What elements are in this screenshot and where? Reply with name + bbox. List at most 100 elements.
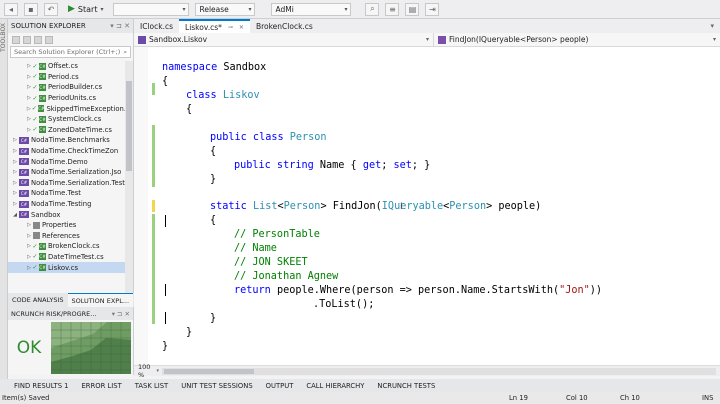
code-line: } [210, 313, 217, 324]
csharp-file-icon: C# [39, 126, 46, 134]
status-column: Col 10 [566, 394, 588, 402]
tree-item[interactable]: ▷ ✓ C# PeriodBuilder.cs [8, 82, 126, 93]
indicator-margin[interactable] [134, 47, 148, 365]
chevron-down-icon: ▾ [425, 36, 429, 43]
tree-item-label: DateTimeTest.cs [48, 252, 104, 261]
expand-icon[interactable]: ▷ [12, 169, 18, 175]
tree-item[interactable]: ▷ C# NodaTime.Benchmarks [8, 135, 126, 146]
expand-icon[interactable]: ▷ [12, 180, 18, 186]
checked-in-icon: ✓ [32, 83, 38, 91]
code-line: namespace Sandbox [162, 62, 267, 73]
bookmark-icon[interactable]: ▤ [405, 2, 420, 16]
scrollbar-thumb[interactable] [164, 368, 254, 374]
tab-code-analysis[interactable]: CODE ANALYSIS [8, 293, 68, 307]
navigation-bar: Sandbox.Liskov ▾ FindJon(IQueryable<Pers… [134, 33, 720, 47]
tab-liskov[interactable]: Liskov.cs* ⊸ ✕ [179, 19, 250, 33]
indent-icon[interactable]: ⇥ [425, 2, 440, 16]
member-dropdown[interactable]: FindJon(IQueryable<Person> people) ▾ [434, 33, 720, 46]
tab-call-hierarchy[interactable]: CALL HIERARCHY [306, 382, 364, 390]
tree-item[interactable]: ▷ ✓ C# BrokenClock.cs [8, 241, 126, 252]
find-icon[interactable]: ⌕ [365, 2, 380, 16]
tab-ncrunch-tests[interactable]: NCRUNCH TESTS [377, 382, 435, 390]
checked-in-icon: ✓ [32, 73, 38, 81]
zoom-dropdown[interactable]: 100 % ▾ [134, 363, 162, 379]
scrollbar-thumb[interactable] [126, 81, 132, 171]
tree-item[interactable]: ▷ C# NodaTime.Testing [8, 199, 126, 210]
expand-icon[interactable]: ▷ [12, 190, 18, 196]
tree-item-label: NodaTime.Serialization.Jso [31, 168, 122, 177]
tab-output[interactable]: OUTPUT [266, 382, 294, 390]
tab-unit-test-sessions[interactable]: UNIT TEST SESSIONS [181, 382, 252, 390]
panel-controls[interactable]: ▾ ⊐ ✕ [110, 22, 130, 30]
tab-find-results[interactable]: FIND RESULTS 1 [14, 382, 69, 390]
panel-controls[interactable]: ▾ ⊐ ✕ [112, 310, 130, 318]
tree-item-label: NodaTime.Test [31, 189, 81, 198]
debug-target-dropdown[interactable]: ▾ [113, 2, 190, 16]
tree-item[interactable]: ▷ ✓ C# ZonedDateTime.cs [8, 125, 126, 136]
configuration-value: Release [199, 4, 229, 14]
tab-error-list[interactable]: ERROR LIST [82, 382, 122, 390]
toolbox-rail[interactable]: TOOLBOX [0, 19, 8, 386]
tree-item[interactable]: ▷ ✓ C# Period.cs [8, 72, 126, 83]
expand-icon[interactable]: ▷ [12, 137, 18, 143]
properties-icon[interactable] [45, 35, 53, 44]
tree-item[interactable]: ▷ C# NodaTime.Serialization.Jso [8, 167, 126, 178]
tree-item-label: Period.cs [48, 72, 79, 81]
code-line: return people.Where(person => person.Nam… [234, 285, 603, 296]
expand-icon[interactable]: ▷ [26, 222, 32, 228]
tree-item[interactable]: ▷ ✓ C# SkippedTimeException. [8, 103, 126, 114]
tab-brokenclock[interactable]: BrokenClock.cs [250, 19, 319, 33]
configuration-dropdown[interactable]: Release ▾ [195, 2, 256, 16]
pin-icon[interactable]: ⊸ [228, 24, 233, 31]
collapse-all-icon[interactable] [34, 35, 42, 44]
tree-item-label: PeriodUnits.cs [48, 94, 97, 103]
horizontal-scrollbar[interactable] [162, 367, 716, 375]
tree-item-label: NodaTime.Benchmarks [31, 136, 110, 145]
search-input[interactable]: Search Solution Explorer (Ctrl+;) ⌕ [10, 46, 131, 58]
close-icon[interactable]: ✕ [239, 24, 244, 31]
solution-explorer-scrollbar[interactable] [125, 61, 133, 307]
tree-item[interactable]: ▷ Properties [8, 220, 126, 231]
solution-explorer-panel: SOLUTION EXPLORER ▾ ⊐ ✕ Search Solution … [8, 19, 134, 307]
collapse-icon[interactable]: ◢ [12, 212, 18, 218]
checked-in-icon: ✓ [32, 94, 38, 102]
code-line: } [210, 174, 217, 185]
expand-icon[interactable]: ▷ [12, 148, 18, 154]
tree-item[interactable]: ▷ C# NodaTime.Serialization.Test [8, 178, 126, 189]
code-line: } [186, 327, 193, 338]
start-button[interactable]: ▶ Start ▾ [64, 2, 107, 16]
expand-icon[interactable]: ▷ [26, 233, 32, 239]
tree-item[interactable]: ▷ ✓ C# Offset.cs [8, 61, 126, 72]
platform-dropdown[interactable]: AdMi ▾ [271, 2, 352, 16]
type-dropdown[interactable]: Sandbox.Liskov ▾ [134, 33, 434, 46]
tree-item[interactable]: ▷ C# NodaTime.Demo [8, 156, 126, 167]
tree-item[interactable]: ▷ ✓ C# PeriodUnits.cs [8, 93, 126, 104]
tree-item[interactable]: ▷ C# NodaTime.CheckTimeZon [8, 146, 126, 157]
back-icon[interactable]: ◂ [4, 2, 18, 16]
tree-item[interactable]: ▷ ✓ C# DateTimeTest.cs [8, 252, 126, 263]
code-editor[interactable]: namespace Sandbox { class Liskov { publi… [134, 47, 720, 365]
csharp-file-icon: C# [39, 83, 46, 91]
tab-solution-explorer[interactable]: SOLUTION EXPL... [67, 293, 134, 307]
home-icon[interactable] [12, 35, 20, 44]
tab-label: BrokenClock.cs [255, 21, 313, 31]
expand-icon[interactable]: ▷ [12, 201, 18, 207]
toolbox-label: TOOLBOX [0, 23, 7, 52]
references-icon [33, 232, 40, 240]
tab-task-list[interactable]: TASK LIST [135, 382, 168, 390]
tree-item-label: Sandbox [31, 210, 61, 219]
tree-item[interactable]: ◢ C# Sandbox [8, 209, 126, 220]
tree-item[interactable]: ▷ ✓ C# SystemClock.cs [8, 114, 126, 125]
save-icon[interactable]: ▪ [24, 2, 38, 16]
refresh-icon[interactable] [23, 35, 31, 44]
tree-item[interactable]: ▷ ✓ C# Liskov.cs [8, 262, 126, 273]
tree-item[interactable]: ▷ References [8, 231, 126, 242]
comment-icon[interactable]: ≡ [385, 2, 400, 16]
expand-icon[interactable]: ▷ [12, 159, 18, 165]
tree-item[interactable]: ▷ C# NodaTime.Test [8, 188, 126, 199]
code-line: // PersonTable [234, 229, 320, 240]
undo-icon[interactable]: ↶ [44, 2, 58, 16]
tab-iclock[interactable]: IClock.cs [134, 19, 179, 33]
tab-overflow-icon[interactable]: ▾ [710, 22, 714, 30]
code-line: } [162, 341, 169, 352]
